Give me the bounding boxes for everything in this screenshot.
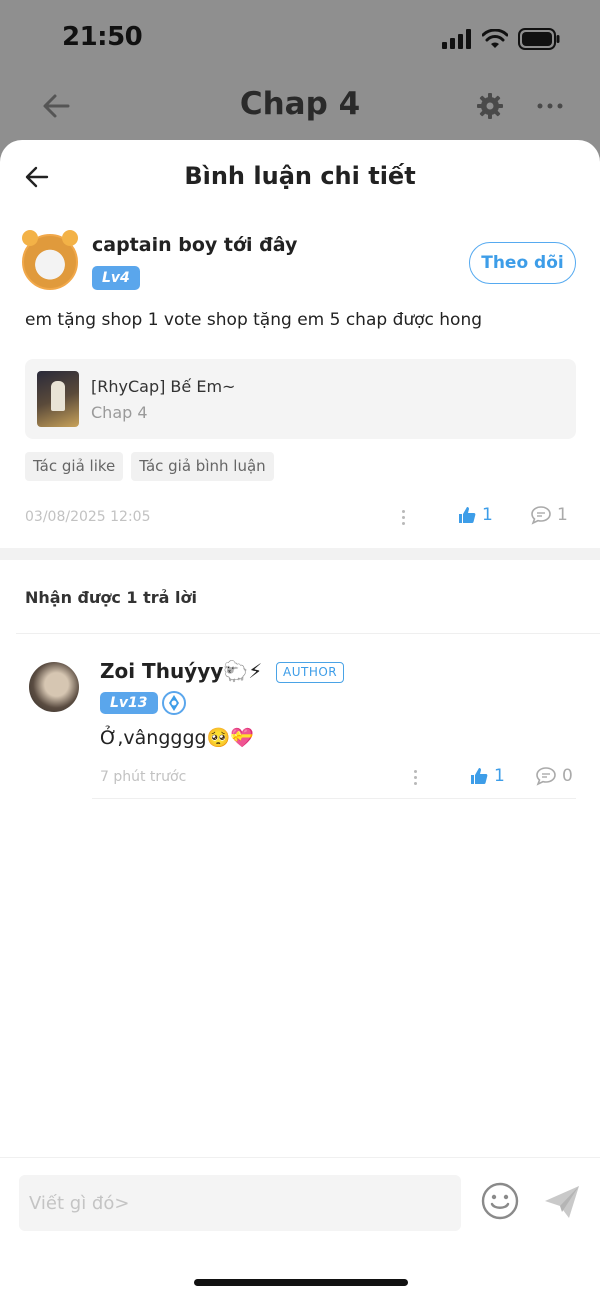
tag-author-like: Tác giả like — [25, 452, 124, 481]
vip-badge-icon — [162, 691, 186, 715]
reply-username[interactable]: Zoi Thuýyy🐑⚡ — [100, 659, 262, 683]
divider — [16, 633, 600, 634]
status-icons — [442, 28, 560, 50]
comment-detail-sheet: Bình luận chi tiết captain boy tới đây L… — [0, 140, 600, 1299]
chapter-thumbnail — [37, 371, 79, 427]
tag-author-comment: Tác giả bình luận — [131, 452, 274, 481]
reply-count: 1 — [557, 505, 568, 525]
reply-like-button[interactable]: 1 — [469, 766, 505, 786]
gear-icon[interactable] — [476, 92, 504, 120]
comment-tags: Tác giả like Tác giả bình luận — [25, 452, 274, 481]
nav-bar: Chap 4 — [0, 80, 600, 140]
author-badge: AUTHOR — [276, 662, 345, 683]
reply-button[interactable]: 1 — [530, 505, 568, 525]
comment-date: 03/08/2025 12:05 — [25, 509, 151, 525]
home-indicator — [194, 1279, 408, 1286]
battery-icon — [518, 28, 560, 50]
comment-bubble-icon — [531, 506, 551, 525]
chapter-card-title: [RhyCap] Bế Em~ — [91, 377, 236, 396]
comment-bubble-icon — [536, 767, 556, 786]
comment-text: em tặng shop 1 vote shop tặng em 5 chap … — [25, 310, 483, 330]
comment-username[interactable]: captain boy tới đây — [92, 234, 297, 256]
like-count: 1 — [482, 505, 493, 525]
nav-title: Chap 4 — [239, 86, 361, 122]
avatar[interactable] — [22, 230, 78, 290]
more-icon[interactable] — [536, 92, 564, 120]
thumb-up-icon — [471, 768, 488, 784]
kebab-icon[interactable] — [414, 770, 418, 788]
send-icon[interactable] — [542, 1182, 582, 1222]
thumb-up-icon — [459, 507, 476, 523]
status-time: 21:50 — [62, 22, 143, 52]
reply-level-badge: Lv13 — [100, 692, 158, 714]
sheet-header: Bình luận chi tiết — [0, 140, 600, 214]
wifi-icon — [482, 29, 508, 48]
replies-title: Nhận được 1 trả lời — [25, 588, 197, 607]
emoji-icon[interactable] — [480, 1181, 520, 1221]
avatar-ear — [22, 230, 38, 246]
sheet-title: Bình luận chi tiết — [184, 162, 416, 190]
divider — [92, 798, 576, 799]
kebab-icon[interactable] — [402, 510, 406, 528]
status-bar: 21:50 — [0, 0, 600, 80]
section-divider — [0, 548, 600, 560]
reply-text: Ở,vângggg🥺💝 — [100, 727, 254, 749]
follow-button[interactable]: Theo dõi — [469, 242, 576, 284]
reply-reply-button[interactable]: 0 — [535, 766, 573, 786]
reply-meta: 7 phút trước 1 0 — [100, 766, 576, 790]
signal-icon — [442, 29, 471, 49]
reply-time: 7 phút trước — [100, 769, 187, 785]
comment-input[interactable] — [19, 1175, 461, 1231]
input-bar — [0, 1157, 600, 1299]
reply-like-count: 1 — [494, 766, 505, 786]
reply-avatar[interactable] — [29, 662, 79, 712]
level-badge: Lv4 — [92, 266, 140, 290]
chapter-card-subtitle: Chap 4 — [91, 403, 148, 422]
background-app: 21:50 Chap 4 — [0, 0, 600, 160]
reply-reply-count: 0 — [562, 766, 573, 786]
avatar-ear — [62, 230, 78, 246]
comment-meta: 03/08/2025 12:05 1 1 — [25, 505, 576, 529]
chapter-card[interactable]: [RhyCap] Bế Em~ Chap 4 — [25, 359, 576, 439]
like-button[interactable]: 1 — [457, 505, 493, 525]
